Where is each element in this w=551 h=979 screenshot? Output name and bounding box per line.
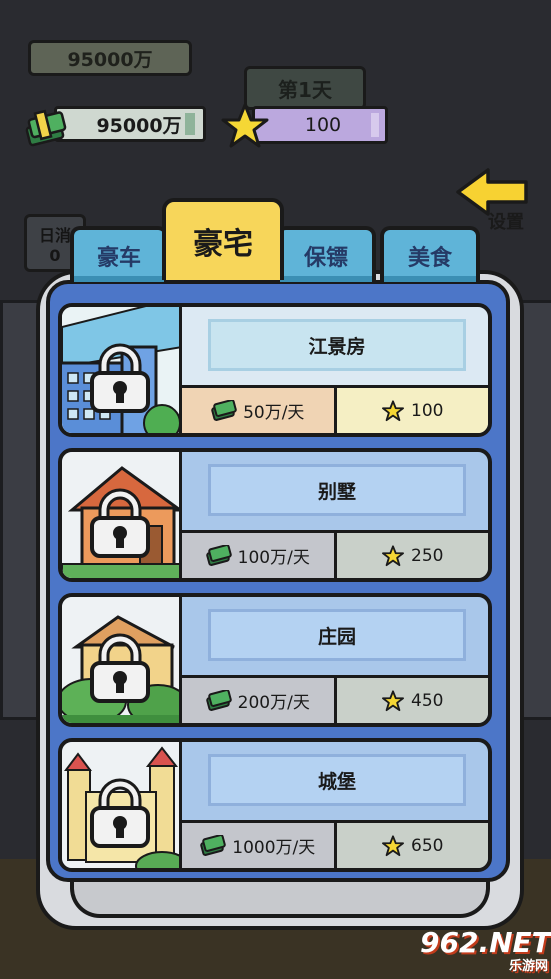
tab-food[interactable]: 美食 bbox=[380, 226, 480, 282]
item-card-castle[interactable]: 城堡 1000万/天 650 bbox=[58, 738, 492, 872]
item-name: 庄园 bbox=[208, 609, 466, 661]
star-icon bbox=[382, 544, 405, 566]
background-day-text: 第1天 bbox=[278, 77, 332, 102]
star-stat: 100 bbox=[333, 388, 488, 433]
tab-label: 豪宅 bbox=[193, 227, 253, 262]
background-money-pill: 95000万 bbox=[28, 40, 192, 76]
income-value: 200万/天 bbox=[237, 693, 310, 713]
cash-icon bbox=[205, 544, 232, 566]
back-arrow-button[interactable] bbox=[454, 166, 530, 218]
star-icon bbox=[382, 834, 405, 856]
tab-label: 美食 bbox=[407, 246, 452, 271]
star-stat: 250 bbox=[333, 533, 488, 578]
star-stat: 450 bbox=[333, 678, 488, 723]
cash-stack-icon bbox=[25, 109, 67, 147]
site-watermark: 962.NET 乐游网 bbox=[420, 926, 551, 976]
item-name-text: 江景房 bbox=[308, 335, 366, 358]
income-stat: 100万/天 bbox=[182, 533, 334, 578]
stars-display: 100 bbox=[220, 102, 390, 148]
income-stat: 200万/天 bbox=[182, 678, 334, 723]
item-stats: 1000万/天 650 bbox=[182, 820, 488, 868]
background-money-text: 95000万 bbox=[67, 48, 153, 71]
background-daily-label: 日消 bbox=[38, 225, 71, 245]
income-value: 100万/天 bbox=[237, 548, 310, 568]
star-icon bbox=[221, 103, 269, 148]
tab-mansions[interactable]: 豪宅 bbox=[162, 198, 284, 280]
income-value: 1000万/天 bbox=[232, 838, 316, 858]
item-name: 别墅 bbox=[208, 464, 466, 516]
item-name-text: 庄园 bbox=[317, 625, 356, 648]
tab-cars[interactable]: 豪车 bbox=[70, 226, 168, 282]
star-stat: 650 bbox=[333, 823, 488, 868]
star-value: 650 bbox=[411, 835, 444, 856]
cash-icon bbox=[211, 399, 237, 421]
lock-icon bbox=[90, 778, 150, 848]
item-name-text: 城堡 bbox=[317, 770, 356, 793]
tab-label: 豪车 bbox=[96, 246, 141, 271]
lock-icon bbox=[90, 488, 150, 558]
money-value: 95000万 bbox=[96, 114, 182, 137]
cash-icon bbox=[205, 689, 232, 711]
item-stats: 50万/天 100 bbox=[182, 385, 488, 433]
star-icon bbox=[382, 689, 405, 711]
cash-icon bbox=[200, 834, 227, 856]
item-card-manor[interactable]: 庄园 200万/天 450 bbox=[58, 593, 492, 727]
item-stats: 100万/天 250 bbox=[182, 530, 488, 578]
money-display: 95000万 bbox=[24, 104, 206, 147]
star-value: 450 bbox=[411, 690, 444, 711]
star-icon bbox=[382, 399, 405, 421]
tab-bodyguards[interactable]: 保镖 bbox=[276, 226, 376, 282]
star-value: 250 bbox=[411, 545, 444, 566]
income-value: 50万/天 bbox=[243, 403, 305, 423]
star-value: 100 bbox=[411, 400, 444, 421]
item-name: 城堡 bbox=[208, 754, 466, 806]
lock-icon bbox=[90, 343, 150, 413]
stars-value: 100 bbox=[304, 114, 342, 136]
lock-icon bbox=[90, 633, 150, 703]
tab-label: 保镖 bbox=[303, 246, 348, 271]
income-stat: 50万/天 bbox=[182, 388, 334, 433]
item-card-villa[interactable]: 别墅 100万/天 250 bbox=[58, 448, 492, 582]
shop-frame-base bbox=[70, 880, 490, 918]
background-daily-value: 0 bbox=[49, 245, 61, 265]
item-stats: 200万/天 450 bbox=[182, 675, 488, 723]
item-name-text: 别墅 bbox=[317, 480, 356, 503]
item-card-river-apartment[interactable]: 江景房 50万/天 100 bbox=[58, 303, 492, 437]
item-name: 江景房 bbox=[208, 319, 466, 371]
income-stat: 1000万/天 bbox=[182, 823, 334, 868]
